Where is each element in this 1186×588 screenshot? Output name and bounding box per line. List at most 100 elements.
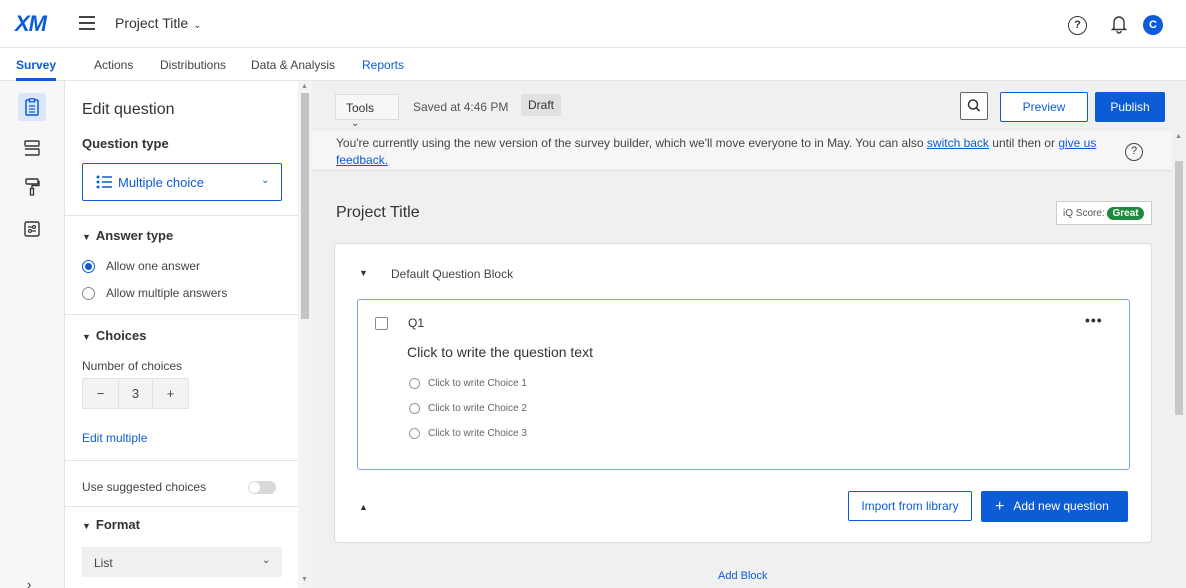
help-icon[interactable]: ? xyxy=(1125,143,1143,161)
switch-back-link[interactable]: switch back xyxy=(927,136,989,150)
choices-toggle[interactable]: ▼ Choices xyxy=(82,328,147,343)
chevron-down-icon: ⌄ xyxy=(193,20,202,31)
survey-title[interactable]: Project Title xyxy=(336,204,420,222)
chevron-down-icon: ⌄ xyxy=(351,118,360,129)
divider xyxy=(65,506,298,507)
choice-item[interactable]: Click to write Choice 1 xyxy=(409,378,527,389)
panel-title: Edit question xyxy=(82,101,175,118)
caret-down-icon: ▼ xyxy=(82,232,91,242)
tool-rail: › xyxy=(0,81,65,588)
radio-icon xyxy=(82,286,95,300)
radio-label: Allow one answer xyxy=(106,259,201,273)
radio-icon xyxy=(409,428,420,439)
choice-label: Click to write Choice 1 xyxy=(428,378,527,389)
survey-canvas: Tools ⌄ Saved at 4:46 PM Draft Preview P… xyxy=(312,81,1186,588)
search-button[interactable] xyxy=(960,92,988,120)
radio-icon xyxy=(409,378,420,389)
choices-count[interactable]: 3 xyxy=(118,379,153,408)
scroll-up-icon[interactable]: ▲ xyxy=(1175,133,1182,140)
user-avatar[interactable]: C xyxy=(1143,15,1163,35)
question-id: Q1 xyxy=(408,316,425,330)
tools-label: Tools xyxy=(346,101,375,115)
use-suggested-label: Use suggested choices xyxy=(82,480,207,494)
add-question-label: Add new question xyxy=(1013,499,1109,513)
tab-distributions[interactable]: Distributions xyxy=(160,58,226,72)
builder-toolbar: Tools ⌄ Saved at 4:46 PM Draft Preview P… xyxy=(312,81,1186,131)
project-title-label: Project Title xyxy=(115,15,189,31)
publish-button[interactable]: Publish xyxy=(1095,92,1165,122)
question-text[interactable]: Click to write the question text xyxy=(407,344,593,360)
give-feedback-link[interactable]: give us xyxy=(1058,136,1096,150)
number-of-choices-label: Number of choices xyxy=(82,359,183,373)
panel-scrollbar[interactable]: ▲ ▼ xyxy=(298,81,312,588)
add-new-question-button[interactable]: + Add new question xyxy=(981,491,1128,522)
help-icon[interactable]: ? xyxy=(1068,16,1087,35)
scroll-up-icon[interactable]: ▲ xyxy=(301,83,308,90)
radio-allow-one[interactable]: Allow one answer xyxy=(82,259,200,273)
give-feedback-link[interactable]: feedback. xyxy=(336,153,388,167)
canvas-scrollbar[interactable]: ▲ xyxy=(1172,131,1186,588)
tab-reports[interactable]: Reports xyxy=(362,58,404,72)
multiple-choice-icon xyxy=(96,175,112,189)
look-and-feel-icon[interactable] xyxy=(21,176,43,198)
survey-icon[interactable] xyxy=(18,93,46,121)
survey-options-icon[interactable] xyxy=(21,218,43,240)
radio-icon xyxy=(409,403,420,414)
chevron-down-icon: ⌄ xyxy=(261,175,270,186)
import-from-library-button[interactable]: Import from library xyxy=(848,491,972,521)
question-select-checkbox[interactable] xyxy=(375,317,388,330)
add-block-link[interactable]: Add Block xyxy=(718,570,768,582)
choice-item[interactable]: Click to write Choice 2 xyxy=(409,403,527,414)
choice-label: Click to write Choice 3 xyxy=(428,428,527,439)
iq-score-label: iQ Score: xyxy=(1063,208,1105,219)
xm-logo[interactable]: XM xyxy=(15,11,47,37)
scrollbar-thumb[interactable] xyxy=(301,93,309,319)
bell-icon[interactable] xyxy=(1110,14,1128,34)
plus-icon: + xyxy=(995,498,1005,515)
question-type-select[interactable]: Multiple choice ⌄ xyxy=(82,163,282,201)
expand-rail-icon[interactable]: › xyxy=(27,577,31,588)
scroll-down-icon[interactable]: ▼ xyxy=(301,576,308,583)
project-title-dropdown[interactable]: Project Title ⌄ xyxy=(115,15,202,31)
increment-button[interactable]: + xyxy=(153,379,188,408)
choice-item[interactable]: Click to write Choice 3 xyxy=(409,428,527,439)
iq-score-badge[interactable]: iQ Score: Great xyxy=(1056,201,1152,225)
question-type-label: Question type xyxy=(82,136,169,151)
scrollbar-thumb[interactable] xyxy=(1175,161,1183,415)
banner-text: You're currently using the new version o… xyxy=(336,136,927,150)
choices-stepper: − 3 + xyxy=(82,378,189,409)
chevron-down-icon: ⌄ xyxy=(262,555,271,566)
radio-icon xyxy=(82,259,95,273)
edit-multiple-link[interactable]: Edit multiple xyxy=(82,431,147,445)
radio-label: Allow multiple answers xyxy=(106,286,228,300)
more-options-icon[interactable]: ••• xyxy=(1085,312,1103,328)
edit-question-panel: Edit question Question type Multiple cho… xyxy=(65,81,312,588)
block-name[interactable]: Default Question Block xyxy=(391,267,513,281)
format-select[interactable]: List ⌄ xyxy=(82,547,282,577)
divider xyxy=(65,460,298,461)
preview-button[interactable]: Preview xyxy=(1000,92,1088,122)
caret-down-icon: ▼ xyxy=(82,521,91,531)
divider xyxy=(65,215,298,216)
top-bar: XM Project Title ⌄ ? C xyxy=(0,0,1186,48)
radio-allow-multiple[interactable]: Allow multiple answers xyxy=(82,286,227,300)
answer-type-toggle[interactable]: ▼ Answer type xyxy=(82,228,173,243)
caret-up-icon[interactable]: ▲ xyxy=(359,502,368,512)
caret-down-icon[interactable]: ▼ xyxy=(359,268,368,278)
format-label: Format xyxy=(95,517,140,532)
answer-type-label: Answer type xyxy=(95,228,174,243)
format-toggle[interactable]: ▼ Format xyxy=(82,517,140,532)
draft-badge: Draft xyxy=(521,94,562,116)
tab-survey[interactable]: Survey xyxy=(16,58,57,81)
search-icon xyxy=(967,99,981,112)
decrement-button[interactable]: − xyxy=(83,379,118,408)
tab-actions[interactable]: Actions xyxy=(94,58,133,72)
blocks-icon[interactable] xyxy=(21,137,43,159)
choice-label: Click to write Choice 2 xyxy=(428,403,527,414)
question-card[interactable]: Q1 ••• Click to write the question text … xyxy=(357,299,1130,470)
hamburger-icon[interactable] xyxy=(79,16,95,30)
tools-button[interactable]: Tools ⌄ xyxy=(335,94,399,129)
use-suggested-toggle[interactable] xyxy=(248,481,276,494)
banner-text: until then or xyxy=(988,136,1059,150)
tab-data-analysis[interactable]: Data & Analysis xyxy=(251,58,335,72)
